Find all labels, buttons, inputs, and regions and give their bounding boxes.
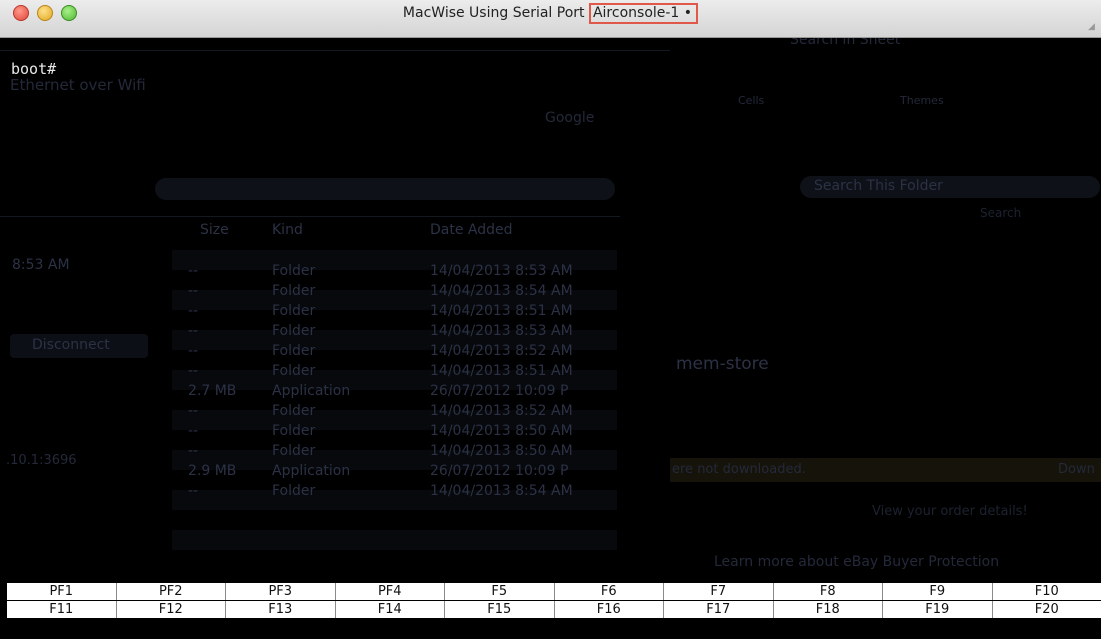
ghost-row-date: 14/04/2013 8:52 AM	[430, 403, 573, 419]
ghost-google: Google	[545, 110, 595, 126]
ghost-ebay-link: Learn more about eBay Buyer Protection	[714, 554, 1000, 570]
key-f9[interactable]: F9	[883, 583, 993, 600]
ghost-row-size: --	[188, 363, 199, 379]
serial-port-name: Airconsole-1 •	[588, 3, 699, 24]
ghost-row-kind: Folder	[272, 263, 316, 279]
ghost-row-kind: Folder	[272, 403, 316, 419]
ghost-disconnect-label: Disconnect	[32, 337, 110, 353]
ghost-row-size: --	[188, 343, 199, 359]
ghost-row-size: --	[188, 443, 199, 459]
ghost-row-kind: Folder	[272, 323, 316, 339]
ghost-header-line	[0, 216, 620, 217]
function-key-row-2: F11 F12 F13 F14 F15 F16 F17 F18 F19 F20	[7, 601, 1101, 618]
ghost-row-kind: Application	[272, 383, 351, 399]
ghost-row-date: 14/04/2013 8:54 AM	[430, 283, 573, 299]
key-f10[interactable]: F10	[993, 583, 1101, 600]
ghost-row-kind: Folder	[272, 483, 316, 499]
key-pf3[interactable]: PF3	[226, 583, 336, 600]
key-f7[interactable]: F7	[664, 583, 774, 600]
key-pf1[interactable]: PF1	[7, 583, 117, 600]
ghost-row-date: 14/04/2013 8:51 AM	[430, 303, 573, 319]
ghost-themes: Themes	[900, 94, 944, 107]
ghost-row-date: 26/07/2012 10:09 P	[430, 463, 569, 479]
ghost-row-band	[172, 530, 617, 550]
ghost-row-date: 26/07/2012 10:09 P	[430, 383, 569, 399]
ghost-col-date: Date Added	[430, 222, 513, 238]
terminal-bottom-strip	[0, 619, 1101, 639]
ghost-row-size: --	[188, 303, 199, 319]
ghost-col-size: Size	[200, 222, 229, 238]
ghost-row-size: --	[188, 283, 199, 299]
ghost-row-date: 14/04/2013 8:53 AM	[430, 263, 573, 279]
key-pf4[interactable]: PF4	[336, 583, 445, 600]
ghost-search-sheet: Search in Sheet	[790, 38, 901, 48]
title-prefix: MacWise Using Serial Port	[402, 5, 589, 21]
ghost-row-size: --	[188, 483, 199, 499]
key-f16[interactable]: F16	[555, 601, 664, 618]
key-f19[interactable]: F19	[883, 601, 993, 618]
ghost-mem-store: mem-store	[676, 354, 769, 374]
ghost-search-field	[155, 178, 615, 200]
ghost-row-size: --	[188, 423, 199, 439]
ghost-not-downloaded: ere not downloaded.	[672, 462, 806, 477]
key-f13[interactable]: F13	[226, 601, 336, 618]
key-pf2[interactable]: PF2	[117, 583, 226, 600]
ghost-row-kind: Folder	[272, 343, 316, 359]
key-f18[interactable]: F18	[774, 601, 883, 618]
resize-grip-icon[interactable]: ◢	[1088, 22, 1098, 32]
ghost-row-size: --	[188, 403, 199, 419]
key-f15[interactable]: F15	[445, 601, 555, 618]
key-f11[interactable]: F11	[7, 601, 117, 618]
ghost-row-date: 14/04/2013 8:50 AM	[430, 443, 573, 459]
ghost-first-time: 8:53 AM	[12, 257, 70, 273]
ghost-row-date: 14/04/2013 8:50 AM	[430, 423, 573, 439]
ghost-row-date: 14/04/2013 8:53 AM	[430, 323, 573, 339]
function-key-row-1: PF1 PF2 PF3 PF4 F5 F6 F7 F8 F9 F10	[7, 583, 1101, 600]
ghost-row-size: 2.7 MB	[188, 383, 237, 399]
ghost-row-size: --	[188, 323, 199, 339]
key-f5[interactable]: F5	[445, 583, 555, 600]
ghost-order-details: View your order details!	[872, 504, 1028, 519]
ghost-ip: .10.1:3696	[6, 453, 77, 468]
ghost-col-kind: Kind	[272, 222, 303, 238]
ghost-ethernet: Ethernet over Wifi	[10, 76, 146, 94]
key-f12[interactable]: F12	[117, 601, 226, 618]
key-f17[interactable]: F17	[664, 601, 774, 618]
ghost-row-kind: Folder	[272, 363, 316, 379]
window-title: MacWise Using Serial Port Airconsole-1 •	[0, 3, 1101, 24]
key-f8[interactable]: F8	[774, 583, 883, 600]
ghost-row-date: 14/04/2013 8:52 AM	[430, 343, 573, 359]
ghost-row-kind: Folder	[272, 423, 316, 439]
ghost-row-size: 2.9 MB	[188, 463, 237, 479]
title-bar: MacWise Using Serial Port Airconsole-1 •…	[0, 0, 1101, 38]
ghost-row-kind: Folder	[272, 283, 316, 299]
ghost-row-kind: Folder	[272, 443, 316, 459]
ghost-row-kind: Application	[272, 463, 351, 479]
key-f6[interactable]: F6	[555, 583, 664, 600]
ghost-row-size: --	[188, 263, 199, 279]
key-f20[interactable]: F20	[993, 601, 1101, 618]
ghost-row-date: 14/04/2013 8:54 AM	[430, 483, 573, 499]
ghost-row-date: 14/04/2013 8:51 AM	[430, 363, 573, 379]
key-f14[interactable]: F14	[336, 601, 445, 618]
ghost-search-folder: Search This Folder	[814, 178, 943, 194]
ghost-divider	[0, 50, 670, 51]
ghost-cells: Cells	[738, 94, 765, 107]
terminal-screen[interactable]: Ethernet over Wifi Search in Sheet Googl…	[0, 38, 1101, 583]
ghost-row-kind: Folder	[272, 303, 316, 319]
terminal-prompt: boot#	[11, 60, 57, 78]
ghost-download: Down	[1058, 462, 1095, 477]
ghost-search-label: Search	[980, 206, 1022, 220]
